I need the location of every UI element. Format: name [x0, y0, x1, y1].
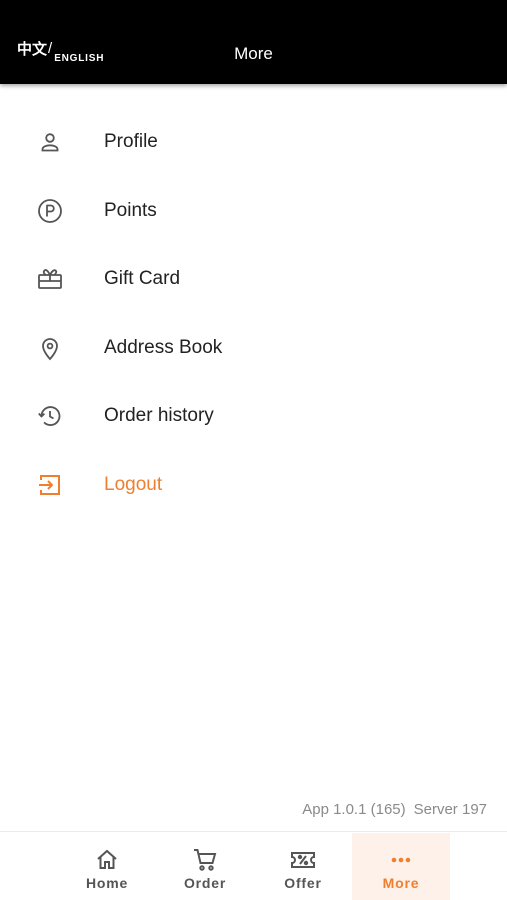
- tab-home[interactable]: Home: [58, 833, 156, 900]
- app-version: App 1.0.1 (165): [302, 801, 406, 818]
- menu-item-label: Order history: [104, 405, 214, 427]
- page-title: More: [234, 44, 273, 63]
- more-dots-icon: [388, 847, 414, 873]
- tab-more[interactable]: More: [352, 833, 450, 900]
- menu-item-label: Logout: [104, 473, 163, 495]
- menu-item-label: Profile: [104, 131, 158, 153]
- top-app-bar: 中文 / ENGLISH More: [0, 0, 507, 84]
- version-info: App 1.0.1 (165) Server 197: [302, 801, 487, 819]
- points-icon: [36, 197, 64, 225]
- menu-item-gift-card[interactable]: Gift Card: [0, 245, 507, 314]
- tab-offer[interactable]: Offer: [254, 833, 352, 900]
- menu-item-logout[interactable]: Logout: [0, 451, 507, 520]
- more-menu-list: Profile Points Gift Card Address Book Or…: [0, 108, 507, 519]
- cart-icon: [192, 847, 218, 873]
- coupon-icon: [290, 847, 316, 873]
- logout-icon: [36, 471, 64, 499]
- tab-label: Order: [183, 875, 227, 891]
- tab-label: Offer: [284, 875, 322, 891]
- menu-item-label: Address Book: [104, 336, 223, 358]
- server-version: Server 197: [413, 801, 487, 818]
- menu-item-points[interactable]: Points: [0, 177, 507, 246]
- tab-order[interactable]: Order: [156, 833, 254, 900]
- home-icon: [94, 847, 120, 873]
- person-icon: [36, 128, 64, 156]
- bottom-navigation: Home Order Offer More: [0, 831, 507, 900]
- menu-item-label: Gift Card: [104, 268, 181, 290]
- menu-item-order-history[interactable]: Order history: [0, 382, 507, 451]
- tab-label: More: [382, 875, 420, 891]
- menu-item-profile[interactable]: Profile: [0, 108, 507, 177]
- menu-item-label: Points: [104, 199, 157, 221]
- history-icon: [36, 402, 64, 430]
- location-pin-icon: [36, 334, 64, 362]
- tab-label: Home: [85, 875, 129, 891]
- menu-item-address-book[interactable]: Address Book: [0, 314, 507, 383]
- gift-card-icon: [36, 265, 64, 293]
